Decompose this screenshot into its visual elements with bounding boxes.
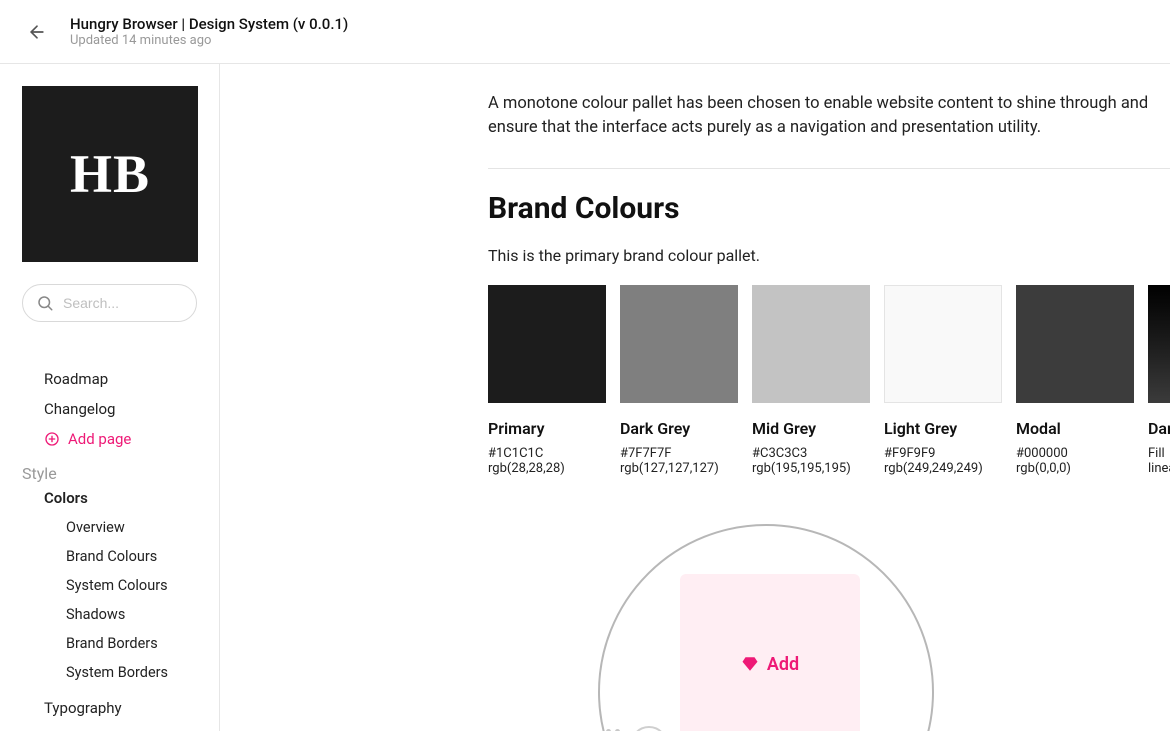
- swatch-rgb: rgb(28,28,28): [488, 461, 606, 476]
- divider: [488, 168, 1170, 169]
- nav-colors[interactable]: Colors: [22, 483, 209, 513]
- color-swatch[interactable]: Light Grey #F9F9F9rgb(249,249,249): [884, 285, 1002, 476]
- color-chip: [620, 285, 738, 403]
- nav-colors-overview[interactable]: Overview: [22, 513, 209, 542]
- swatch-name: Light Grey: [884, 419, 1002, 438]
- nav-label: Brand Borders: [66, 635, 158, 652]
- diamond-icon: [741, 655, 759, 673]
- nav-label: Changelog: [44, 400, 115, 418]
- swatch-hex: #F9F9F9: [884, 446, 1002, 461]
- top-bar: Hungry Browser | Design System (v 0.0.1)…: [0, 0, 1170, 64]
- section-heading: Brand Colours: [488, 191, 1170, 226]
- add-color-card[interactable]: Add: [680, 574, 860, 731]
- nav-colors-shadows[interactable]: Shadows: [22, 600, 209, 629]
- color-swatch[interactable]: Modal #000000rgb(0,0,0): [1016, 285, 1134, 476]
- color-chip: [752, 285, 870, 403]
- search-icon: [36, 294, 54, 312]
- nav-label: Typography: [44, 699, 122, 717]
- swatch-rgb: linea eg, (28, 0%): [1148, 461, 1170, 476]
- color-swatch[interactable]: Mid Grey #C3C3C3rgb(195,195,195): [752, 285, 870, 476]
- back-button[interactable]: [18, 13, 56, 51]
- color-swatch[interactable]: Dar Filllinea eg, (28, 0%): [1148, 285, 1170, 476]
- arrow-left-icon: [27, 22, 47, 42]
- section-subtext: This is the primary brand colour pallet.: [488, 246, 1170, 265]
- nav-label: System Borders: [66, 664, 168, 681]
- nav-roadmap[interactable]: Roadmap: [22, 364, 209, 394]
- nav-label: Shadows: [66, 606, 125, 623]
- brand-logo: HB: [22, 86, 198, 262]
- swatch-hex: #1C1C1C: [488, 446, 606, 461]
- nav-colors-brand-colours[interactable]: Brand Colours: [22, 542, 209, 571]
- nav-changelog[interactable]: Changelog: [22, 394, 209, 424]
- nav-label: System Colours: [66, 577, 168, 594]
- add-page-button[interactable]: Add page: [22, 424, 209, 454]
- nav-colors-system-colours[interactable]: System Colours: [22, 571, 209, 600]
- nav-label: Overview: [66, 519, 125, 536]
- color-chip: [488, 285, 606, 403]
- nav-label: Roadmap: [44, 370, 108, 388]
- plus-circle-icon: [44, 431, 60, 447]
- swatch-rgb: rgb(0,0,0): [1016, 461, 1134, 476]
- color-swatch[interactable]: Primary #1C1C1Crgb(28,28,28): [488, 285, 606, 476]
- swatch-rgb: rgb(127,127,127): [620, 461, 738, 476]
- swatch-hex: #7F7F7F: [620, 446, 738, 461]
- intro-paragraph: A monotone colour pallet has been chosen…: [488, 92, 1170, 140]
- magnifier-overlay: Add: [598, 524, 934, 731]
- swatch-rgb: rgb(195,195,195): [752, 461, 870, 476]
- nav-label: Colors: [44, 489, 88, 507]
- add-block-button[interactable]: [630, 726, 668, 731]
- color-chip: [1148, 285, 1170, 403]
- swatch-hex: #C3C3C3: [752, 446, 870, 461]
- swatch-name: Mid Grey: [752, 419, 870, 438]
- color-chip: [1016, 285, 1134, 403]
- swatch-name: Primary: [488, 419, 606, 438]
- swatch-name: Dark Grey: [620, 419, 738, 438]
- brand-logo-text: HB: [70, 143, 150, 205]
- main-content: A monotone colour pallet has been chosen…: [220, 64, 1170, 731]
- color-swatch[interactable]: Dark Grey #7F7F7Frgb(127,127,127): [620, 285, 738, 476]
- swatch-name: Dar: [1148, 419, 1170, 438]
- swatch-hex: Fill: [1148, 446, 1170, 461]
- swatch-row: Primary #1C1C1Crgb(28,28,28) Dark Grey #7F7…: [488, 285, 1170, 476]
- nav-colors-system-borders[interactable]: System Borders: [22, 658, 209, 687]
- swatch-rgb: rgb(249,249,249): [884, 461, 1002, 476]
- sidebar-nav: Roadmap Changelog Add page Style Colors …: [22, 364, 219, 723]
- swatch-hex: #000000: [1016, 446, 1134, 461]
- nav-typography[interactable]: Typography: [22, 693, 209, 723]
- nav-label: Brand Colours: [66, 548, 157, 565]
- add-page-label: Add page: [68, 430, 131, 448]
- page-subtitle: Updated 14 minutes ago: [70, 33, 348, 48]
- nav-colors-brand-borders[interactable]: Brand Borders: [22, 629, 209, 658]
- swatch-name: Modal: [1016, 419, 1134, 438]
- color-chip: [884, 285, 1002, 403]
- add-color-label: Add: [767, 654, 799, 675]
- sidebar: HB Roadmap Changelog Add page Style Colo…: [0, 64, 220, 731]
- nav-section-style: Style: [22, 464, 209, 483]
- page-title: Hungry Browser | Design System (v 0.0.1): [70, 15, 348, 33]
